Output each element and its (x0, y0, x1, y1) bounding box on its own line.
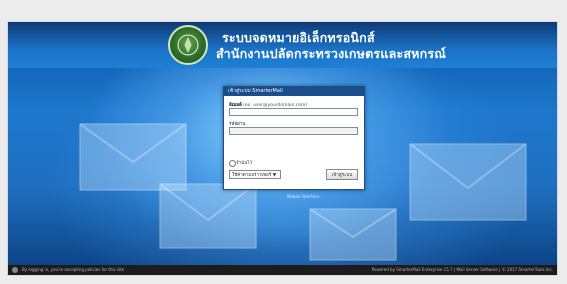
envelope-icon (158, 182, 258, 250)
login-box-title: เข้าสู่ระบบ SmarterMail (224, 87, 364, 96)
login-box: เข้าสู่ระบบ SmarterMail อีเมลล์ (ex. use… (223, 86, 365, 190)
language-selected: ใช้ค่าตามบราวเซอร์ (232, 173, 272, 178)
footer-left-text: By logging in, you're accepting policies… (22, 267, 125, 272)
language-select[interactable]: ใช้ค่าตามบราวเซอร์ ▼ (229, 170, 281, 179)
login-page: ระบบจดหมายอิเล็กทรอนิกส์ สำนักงานปลัดกระ… (8, 22, 557, 275)
email-label-row: อีเมลล์ (ex. user@yourdomain.com) (229, 101, 307, 108)
info-icon (12, 267, 18, 273)
email-field[interactable] (229, 108, 358, 116)
site-title-line2: สำนักงานปลัดกระทรวงเกษตรและสหกรณ์ (216, 46, 447, 61)
envelope-icon (308, 207, 398, 262)
chevron-down-icon: ▼ (272, 173, 277, 178)
login-button[interactable]: เข้าสู่ระบบ (326, 169, 358, 180)
footer-right-text: Powered by SmarterMail Enterprise 15.7 |… (371, 267, 553, 272)
remember-me-checkbox[interactable] (229, 160, 236, 167)
envelope-icon (408, 142, 528, 222)
header: ระบบจดหมายอิเล็กทรอนิกส์ สำนักงานปลัดกระ… (8, 22, 557, 68)
mobile-interface-link[interactable]: Mobile Interface (287, 194, 319, 199)
password-label: รหัสผ่าน (229, 122, 246, 127)
remember-me-label: จำฉันไว้ (236, 161, 253, 166)
footer: By logging in, you're accepting policies… (8, 265, 557, 275)
password-field[interactable] (229, 127, 358, 135)
ministry-emblem-icon (168, 25, 208, 65)
